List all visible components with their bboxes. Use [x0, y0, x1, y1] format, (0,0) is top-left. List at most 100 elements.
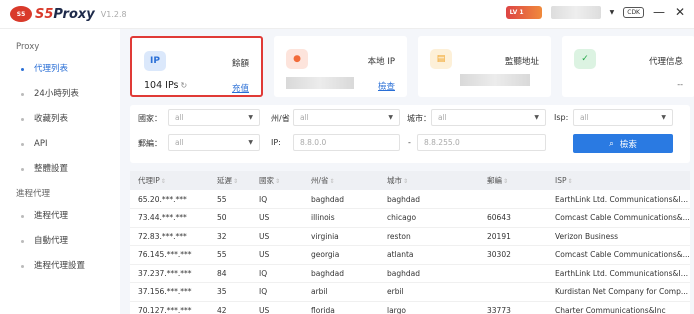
- balance-value: 104 IPs ↻: [144, 80, 188, 91]
- cell-state: arbil: [303, 282, 379, 302]
- cell-zip: 33773: [479, 301, 547, 314]
- check-link[interactable]: 檢查: [378, 80, 395, 92]
- recharge-link[interactable]: 充值: [232, 82, 249, 94]
- refresh-icon[interactable]: ↻: [180, 81, 187, 90]
- sidebar-item-24h-list[interactable]: 24小時列表: [0, 82, 120, 107]
- cell-latency: 42: [209, 301, 251, 314]
- sort-icon: ⇕: [403, 178, 409, 185]
- filter-panel: 國家： all ▼ 州/省 all ▼ 城市： all ▼ Isp: all ▼ 郵編：…: [130, 105, 690, 163]
- cell-zip: 60643: [479, 208, 547, 228]
- cell-city: atlanta: [379, 245, 479, 265]
- cdk-button[interactable]: CDK: [623, 6, 644, 18]
- state-label: 州/省: [271, 114, 290, 123]
- listen-icon: ▤: [430, 49, 452, 69]
- minimize-button[interactable]: —: [653, 5, 665, 19]
- table-row[interactable]: 73.44.***.*** 50 US illinois chicago 60643 Com…: [130, 208, 690, 228]
- level-badge: LV 1: [505, 5, 542, 19]
- location-pin-icon: ●: [286, 49, 308, 69]
- sort-icon: ⇕: [160, 178, 166, 185]
- cell-city: baghdad: [379, 264, 479, 283]
- state-select[interactable]: all ▼: [293, 109, 400, 126]
- cell-zip: [479, 282, 547, 302]
- sort-icon: ⇕: [275, 178, 281, 185]
- cell-zip: 30302: [479, 245, 547, 265]
- proxy-table: 代理IP⇕ 延遲⇕ 國家⇕ 州/省⇕ 城市⇕ 郵編⇕ ISP⇕ 65.20.**…: [130, 171, 690, 314]
- sidebar-item-api[interactable]: API: [0, 132, 120, 157]
- ip-from-input[interactable]: 8.8.0.0: [293, 134, 400, 151]
- cell-city: baghdad: [379, 190, 479, 209]
- balance-card: IP 餘額 104 IPs ↻ 充值: [130, 36, 263, 97]
- cell-country: IQ: [251, 264, 303, 283]
- table-row[interactable]: 37.156.***.*** 35 IQ arbil erbil Kurdistan Ne…: [130, 282, 690, 302]
- isp-label: Isp:: [554, 113, 569, 122]
- country-select[interactable]: all ▼: [168, 109, 260, 126]
- chevron-down-icon: ▼: [661, 114, 666, 121]
- column-header-state[interactable]: 州/省⇕: [303, 171, 379, 190]
- sort-icon: ⇕: [233, 178, 239, 185]
- cell-zip: [479, 264, 547, 283]
- shield-check-icon: ✓: [574, 49, 596, 69]
- isp-select[interactable]: all ▼: [573, 109, 673, 126]
- column-header-zip[interactable]: 郵編⇕: [479, 171, 547, 190]
- table-row[interactable]: 76.145.***.*** 55 US georgia atlanta 30302 Com…: [130, 245, 690, 265]
- balance-title: 餘額: [231, 59, 249, 69]
- cell-country: IQ: [251, 282, 303, 302]
- sidebar-item-favorites[interactable]: 收藏列表: [0, 107, 120, 132]
- column-header-city[interactable]: 城市⇕: [379, 171, 479, 190]
- ip-to-input[interactable]: 8.8.255.0: [417, 134, 546, 151]
- cell-country: IQ: [251, 190, 303, 209]
- proxy-info-value: --: [677, 80, 683, 89]
- cell-state: virginia: [303, 227, 379, 246]
- listen-address-card: ▤ 監聽地址: [418, 36, 551, 97]
- cell-latency: 55: [209, 190, 251, 209]
- sort-icon: ⇕: [567, 178, 573, 185]
- table-row[interactable]: 70.127.***.*** 42 US florida largo 33773 Chart…: [130, 301, 690, 314]
- search-button[interactable]: ⌕ 檢索: [573, 134, 673, 153]
- sidebar-item-process-proxy-settings[interactable]: 進程代理設置: [0, 254, 120, 279]
- table-row[interactable]: 65.20.***.*** 55 IQ baghdad baghdad EarthLink…: [130, 190, 690, 209]
- chevron-down-icon: ▼: [248, 114, 253, 121]
- cell-zip: 20191: [479, 227, 547, 246]
- cell-ip: 72.83.***.***: [130, 227, 209, 246]
- sidebar-item-proxy-list[interactable]: 代理列表: [0, 57, 120, 82]
- app-version: V1.2.8: [100, 9, 127, 19]
- cell-state: florida: [303, 301, 379, 314]
- listen-address-title: 監聽地址: [504, 57, 539, 67]
- column-header-isp[interactable]: ISP⇕: [547, 171, 690, 190]
- cell-latency: 50: [209, 208, 251, 228]
- proxy-info-card: ✓ 代理信息 --: [562, 36, 694, 97]
- sort-icon: ⇕: [503, 178, 509, 185]
- cell-isp: Kurdistan Net Company for Comp...: [547, 282, 690, 302]
- column-header-ip[interactable]: 代理IP⇕: [130, 171, 209, 190]
- chevron-down-icon[interactable]: ▼: [610, 9, 615, 16]
- local-ip-title: 本地 IP: [367, 57, 395, 67]
- cell-ip: 37.237.***.***: [130, 264, 209, 283]
- sidebar-item-settings[interactable]: 整體設置: [0, 157, 120, 182]
- ip-label: IP:: [271, 138, 281, 147]
- cell-ip: 65.20.***.***: [130, 190, 209, 209]
- table-row[interactable]: 37.237.***.*** 84 IQ baghdad baghdad EarthLin…: [130, 264, 690, 283]
- cell-ip: 37.156.***.***: [130, 282, 209, 302]
- cell-isp: Charter Communications&Inc: [547, 301, 690, 314]
- main-content: IP 餘額 104 IPs ↻ 充值 ● 本地 IP 檢查 ▤ 監聽地址 ✓ 代理…: [120, 29, 694, 314]
- user-account-redacted[interactable]: [550, 5, 601, 19]
- cell-state: baghdad: [303, 190, 379, 209]
- zip-select[interactable]: all ▼: [168, 134, 260, 151]
- cell-country: US: [251, 227, 303, 246]
- sort-icon: ⇕: [329, 178, 335, 185]
- sidebar-item-auto-proxy[interactable]: 自動代理: [0, 229, 120, 254]
- cell-latency: 32: [209, 227, 251, 246]
- column-header-latency[interactable]: 延遲⇕: [209, 171, 251, 190]
- cell-city: largo: [379, 301, 479, 314]
- column-header-country[interactable]: 國家⇕: [251, 171, 303, 190]
- city-select[interactable]: all ▼: [431, 109, 546, 126]
- table-row[interactable]: 72.83.***.*** 32 US virginia reston 20191 Veri…: [130, 227, 690, 246]
- cell-isp: Comcast Cable Communications&...: [547, 245, 690, 265]
- cell-latency: 35: [209, 282, 251, 302]
- country-label: 國家：: [138, 114, 162, 123]
- cell-latency: 84: [209, 264, 251, 283]
- ip-range-separator: -: [408, 138, 411, 147]
- sidebar-item-process-proxy[interactable]: 進程代理: [0, 204, 120, 229]
- cell-zip: [479, 190, 547, 209]
- close-button[interactable]: ✕: [674, 5, 686, 19]
